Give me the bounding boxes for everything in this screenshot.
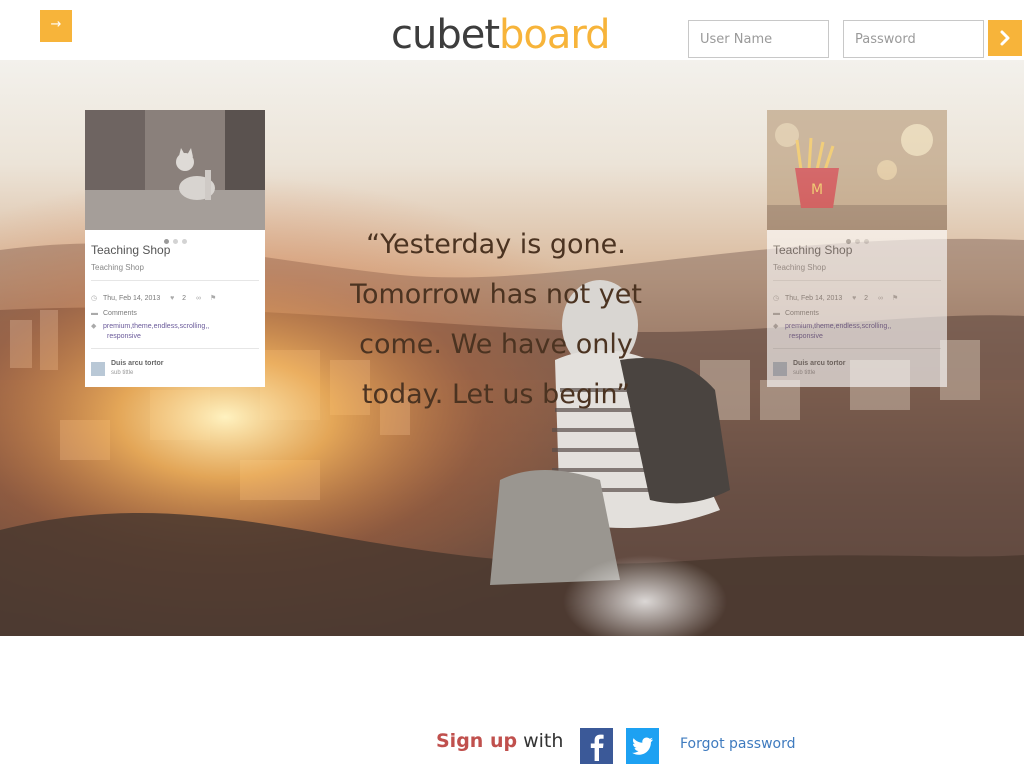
brand-logo[interactable]: cubetboard: [391, 10, 611, 60]
quote-line: “Yesterday is gone.: [366, 229, 626, 260]
logo-text-dark: cubet: [391, 12, 500, 58]
card-divider: [773, 280, 941, 281]
card-divider: [91, 348, 259, 349]
clock-icon: ◷: [773, 295, 780, 302]
quote-line: Tomorrow has not yet: [350, 279, 642, 310]
author-name[interactable]: Duis arcu tortor: [111, 360, 164, 367]
card-title: Teaching Shop: [773, 243, 853, 257]
card-meta-row: ◷ Thu, Feb 14, 2013 ♥ 2 ∞ ⚑: [91, 294, 222, 302]
quote-line: come. We have only: [359, 329, 633, 360]
preview-card-left: Teaching Shop Teaching Shop ◷ Thu, Feb 14…: [85, 110, 265, 387]
card-date: Thu, Feb 14, 2013: [103, 295, 161, 302]
forgot-password-link[interactable]: Forgot password: [680, 736, 796, 752]
heart-icon: ♥: [852, 295, 857, 302]
card-date: Thu, Feb 14, 2013: [785, 295, 843, 302]
card-tags[interactable]: premium,theme,endless,scrolling,,: [785, 323, 891, 330]
tag-icon: ◆: [91, 323, 97, 330]
chevron-right-icon: [1000, 30, 1010, 46]
card-comments-row[interactable]: ▬ Comments: [91, 310, 137, 317]
author-avatar: [91, 362, 105, 376]
card-divider: [91, 280, 259, 281]
author-subtitle: sub tittle: [793, 370, 816, 376]
link-icon: ∞: [878, 295, 884, 302]
card-comments[interactable]: Comments: [785, 310, 819, 317]
author-subtitle: sub tittle: [111, 370, 134, 376]
heart-icon: ♥: [170, 295, 175, 302]
card-subtitle: Teaching Shop: [91, 263, 144, 272]
card-tags-row-2: responsive: [789, 333, 823, 340]
quote-line: today. Let us begin”: [361, 379, 631, 410]
card-tags-row: ◆ premium,theme,endless,scrolling,,: [773, 322, 891, 330]
carousel-dot[interactable]: [172, 239, 178, 244]
signup-link[interactable]: Sign up: [436, 730, 517, 752]
signup-with-text: with: [517, 730, 564, 752]
card-divider: [773, 348, 941, 349]
arrow-right-icon: →: [50, 17, 62, 32]
card-tags[interactable]: premium,theme,endless,scrolling,,: [103, 323, 209, 330]
card-meta-row: ◷ Thu, Feb 14, 2013 ♥ 2 ∞ ⚑: [773, 294, 904, 302]
preview-card-right: M Teaching Shop Teaching Shop ◷ Thu, Feb …: [767, 110, 947, 387]
carousel-dot[interactable]: [863, 239, 869, 244]
logo-text-accent: board: [499, 12, 611, 58]
login-submit-button[interactable]: [988, 20, 1022, 56]
card-title: Teaching Shop: [91, 243, 171, 257]
card-tags-row: ◆ premium,theme,endless,scrolling,,: [91, 322, 209, 330]
card-photo-cat: [85, 110, 265, 230]
link-icon: ∞: [196, 295, 202, 302]
hero-quote: “Yesterday is gone. Tomorrow has not yet…: [300, 220, 692, 420]
carousel-dot[interactable]: [181, 239, 187, 244]
twitter-signup-button[interactable]: [626, 728, 659, 764]
card-comments[interactable]: Comments: [103, 310, 137, 317]
login-page: → cubetboard User Name “Yesterday is gon…: [0, 0, 1024, 768]
card-tags-2[interactable]: responsive: [107, 333, 141, 340]
facebook-signup-button[interactable]: [580, 728, 613, 764]
signup-prompt: Sign up with: [436, 730, 563, 752]
flag-icon: ⚑: [891, 295, 899, 302]
flag-icon: ⚑: [209, 295, 217, 302]
svg-text:M: M: [811, 182, 823, 198]
author-avatar: [773, 362, 787, 376]
card-likes: 2: [864, 295, 869, 302]
card-subtitle: Teaching Shop: [773, 263, 826, 272]
carousel-dot[interactable]: [854, 239, 860, 244]
facebook-icon: [590, 734, 604, 761]
card-tags-2[interactable]: responsive: [789, 333, 823, 340]
card-comments-row[interactable]: ▬ Comments: [773, 310, 819, 317]
author-name[interactable]: Duis arcu tortor: [793, 360, 846, 367]
password-input[interactable]: [843, 20, 984, 58]
twitter-icon: [632, 737, 653, 755]
card-likes: 2: [182, 295, 187, 302]
menu-toggle-button[interactable]: →: [40, 10, 72, 42]
username-input[interactable]: [688, 20, 829, 58]
comment-icon: ▬: [773, 310, 780, 317]
card-tags-row-2: responsive: [107, 333, 141, 340]
clock-icon: ◷: [91, 295, 98, 302]
comment-icon: ▬: [91, 310, 98, 317]
tag-icon: ◆: [773, 323, 779, 330]
card-photo-fries: M: [767, 110, 947, 230]
